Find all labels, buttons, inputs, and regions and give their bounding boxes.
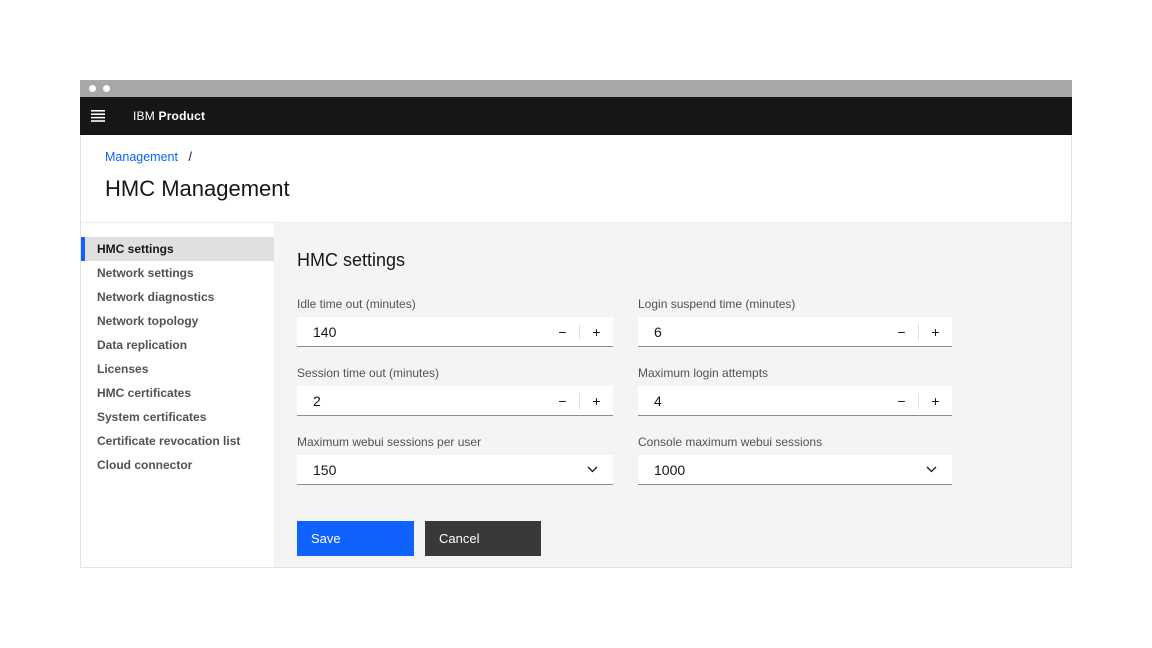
sidebar-item-network-topology[interactable]: Network topology	[81, 309, 274, 333]
login-suspend-time-number-input[interactable]: 6 − +	[638, 317, 952, 347]
breadcrumb-link-management[interactable]: Management	[105, 150, 178, 164]
increment-button[interactable]: +	[580, 386, 613, 415]
settings-content: HMC settings Idle time out (minutes) 140…	[274, 223, 1071, 567]
sidebar-item-network-settings[interactable]: Network settings	[81, 261, 274, 285]
decrement-button[interactable]: −	[885, 317, 918, 346]
brand-logo: IBM Product	[133, 109, 205, 123]
form-actions: Save Cancel	[297, 521, 1047, 556]
field-console-max-webui-sessions: Console maximum webui sessions 1000	[638, 435, 952, 485]
sidebar-item-system-certificates[interactable]: System certificates	[81, 405, 274, 429]
field-label-maximum-login-attempts: Maximum login attempts	[638, 366, 952, 380]
brand-name: Product	[158, 109, 205, 123]
field-idle-time-out: Idle time out (minutes) 140 − +	[297, 297, 613, 347]
sidebar-item-hmc-settings[interactable]: HMC settings	[81, 237, 274, 261]
maximum-login-attempts-number-input[interactable]: 4 − +	[638, 386, 952, 416]
field-max-webui-sessions-per-user: Maximum webui sessions per user 150	[297, 435, 613, 485]
field-label-session-time-out: Session time out (minutes)	[297, 366, 613, 380]
idle-time-out-number-input[interactable]: 140 − +	[297, 317, 613, 347]
app-header: IBM Product	[80, 97, 1072, 135]
window-titlebar	[80, 80, 1072, 97]
hamburger-menu-icon[interactable]	[91, 97, 123, 135]
field-login-suspend-time: Login suspend time (minutes) 6 − +	[638, 297, 952, 347]
settings-sidebar: HMC settings Network settings Network di…	[81, 223, 274, 567]
chevron-down-icon	[926, 466, 952, 473]
increment-button[interactable]: +	[919, 386, 952, 415]
field-maximum-login-attempts: Maximum login attempts 4 − +	[638, 366, 952, 416]
breadcrumb: Management /	[105, 150, 1071, 164]
sidebar-item-data-replication[interactable]: Data replication	[81, 333, 274, 357]
sidebar-item-network-diagnostics[interactable]: Network diagnostics	[81, 285, 274, 309]
field-session-time-out: Session time out (minutes) 2 − +	[297, 366, 613, 416]
content-heading: HMC settings	[297, 250, 1047, 271]
max-webui-sessions-per-user-value: 150	[297, 462, 336, 478]
chevron-down-icon	[587, 466, 613, 473]
field-label-max-webui-sessions-per-user: Maximum webui sessions per user	[297, 435, 613, 449]
title-section: Management / HMC Management	[81, 135, 1071, 223]
breadcrumb-separator: /	[188, 150, 191, 164]
field-label-idle-time-out: Idle time out (minutes)	[297, 297, 613, 311]
app-window: IBM Product Management / HMC Management …	[80, 80, 1072, 568]
session-time-out-value: 2	[297, 393, 321, 409]
sidebar-item-licenses[interactable]: Licenses	[81, 357, 274, 381]
increment-button[interactable]: +	[580, 317, 613, 346]
number-stepper: − +	[885, 317, 952, 346]
maximum-login-attempts-value: 4	[638, 393, 662, 409]
settings-form: Idle time out (minutes) 140 − + Login su…	[297, 297, 1047, 485]
login-suspend-time-value: 6	[638, 324, 662, 340]
save-button[interactable]: Save	[297, 521, 414, 556]
console-max-webui-sessions-value: 1000	[638, 462, 685, 478]
field-label-console-max-webui-sessions: Console maximum webui sessions	[638, 435, 952, 449]
increment-button[interactable]: +	[919, 317, 952, 346]
decrement-button[interactable]: −	[546, 386, 579, 415]
number-stepper: − +	[546, 386, 613, 415]
hamburger-menu-glyph	[91, 110, 105, 122]
brand-prefix: IBM	[133, 109, 155, 123]
cancel-button[interactable]: Cancel	[425, 521, 541, 556]
page-body: HMC settings Network settings Network di…	[81, 223, 1071, 567]
number-stepper: − +	[546, 317, 613, 346]
decrement-button[interactable]: −	[885, 386, 918, 415]
sidebar-item-cloud-connector[interactable]: Cloud connector	[81, 453, 274, 477]
session-time-out-number-input[interactable]: 2 − +	[297, 386, 613, 416]
console-max-webui-sessions-dropdown[interactable]: 1000	[638, 455, 952, 485]
idle-time-out-value: 140	[297, 324, 336, 340]
window-control-dot[interactable]	[89, 85, 96, 92]
decrement-button[interactable]: −	[546, 317, 579, 346]
sidebar-item-hmc-certificates[interactable]: HMC certificates	[81, 381, 274, 405]
number-stepper: − +	[885, 386, 952, 415]
page-title: HMC Management	[105, 176, 1071, 202]
window-control-dot[interactable]	[103, 85, 110, 92]
sidebar-item-certificate-revocation-list[interactable]: Certificate revocation list	[81, 429, 274, 453]
max-webui-sessions-per-user-dropdown[interactable]: 150	[297, 455, 613, 485]
field-label-login-suspend-time: Login suspend time (minutes)	[638, 297, 952, 311]
